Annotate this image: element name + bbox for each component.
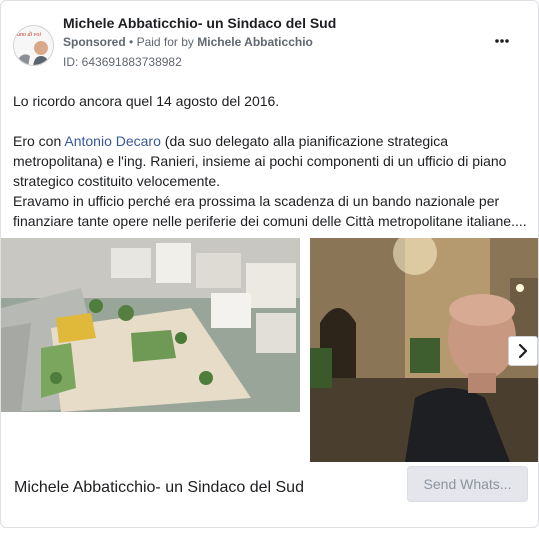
- carousel-next-button[interactable]: [508, 336, 538, 366]
- aerial-render-image: [1, 238, 300, 412]
- body-text-segment: (da suo delegato alla pianificazione str…: [160, 133, 449, 149]
- separator: •: [129, 35, 134, 49]
- carousel-image-portrait[interactable]: [310, 238, 538, 462]
- ad-id: ID: 643691883738982: [63, 55, 182, 69]
- body-line: finanziare tante opere nelle periferie d…: [13, 213, 527, 229]
- ad-card: uno di voi Michele Abbaticchio- un Sinda…: [0, 0, 539, 528]
- body-line: Ero con Antonio Decaro (da suo delegato …: [13, 131, 533, 151]
- sponsored-label: Sponsored: [63, 35, 126, 49]
- carousel-card-title: Michele Abbaticchio- un Sindaco del Sud: [14, 479, 304, 496]
- chevron-right-icon: [518, 343, 528, 359]
- body-line: metropolitana) e l'ing. Ranieri, insieme…: [13, 153, 507, 169]
- night-portrait-image: [310, 238, 538, 462]
- body-line: strategico costituito velocemente.: [13, 173, 220, 189]
- sponsor-line: Sponsored • Paid for by Michele Abbaticc…: [63, 35, 313, 49]
- body-text-segment: Ero con: [13, 133, 65, 149]
- more-horizontal-icon: [495, 39, 509, 43]
- mention-link[interactable]: Antonio Decaro: [64, 133, 161, 149]
- avatar-image: uno di voi: [14, 26, 53, 65]
- ad-header: uno di voi Michele Abbaticchio- un Sinda…: [13, 13, 526, 71]
- media-carousel: [1, 238, 538, 462]
- paid-for-by: Michele Abbaticchio: [197, 35, 313, 49]
- more-options-button[interactable]: [492, 33, 512, 43]
- avatar-logo-text: uno di voi: [17, 32, 41, 38]
- body-line: Lo ricordo ancora quel 14 agosto del 201…: [13, 93, 280, 109]
- paid-for-prefix: Paid for by: [136, 35, 194, 49]
- send-whatsapp-button[interactable]: Send Whats...: [407, 466, 528, 502]
- page-name[interactable]: Michele Abbaticchio- un Sindaco del Sud: [63, 15, 336, 31]
- avatar[interactable]: uno di voi: [13, 25, 54, 66]
- body-line: Eravamo in ufficio perché era prossima l…: [13, 193, 500, 209]
- carousel-image-aerial-square[interactable]: [1, 238, 300, 412]
- ad-body-text: Lo ricordo ancora quel 14 agosto del 201…: [13, 91, 533, 231]
